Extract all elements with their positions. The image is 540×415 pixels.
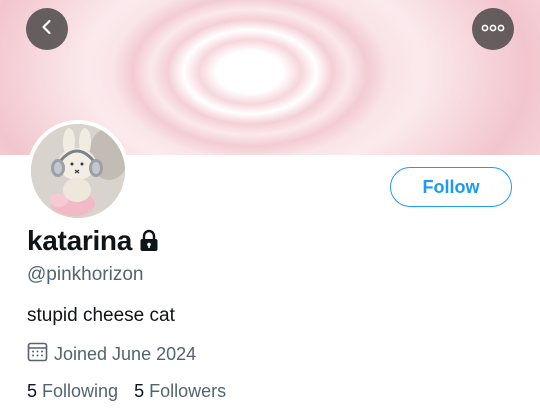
joined-date: Joined June 2024 <box>54 343 197 364</box>
back-button[interactable] <box>26 8 68 50</box>
avatar-image <box>31 124 125 218</box>
avatar[interactable] <box>27 120 129 222</box>
follow-stats: 5 Following 5 Followers <box>27 381 242 402</box>
lock-icon <box>138 229 160 253</box>
following-count: 5 <box>27 381 38 401</box>
follow-button[interactable]: Follow <box>390 167 512 207</box>
display-name: katarina <box>27 225 132 256</box>
more-options-icon <box>481 20 505 38</box>
profile-bio: stupid cheese cat <box>27 305 175 326</box>
followers-count: 5 <box>134 381 145 401</box>
profile-handle: @pinkhorizon <box>27 264 144 285</box>
following-link[interactable]: 5 Following <box>27 381 118 402</box>
more-options-button[interactable] <box>472 8 514 50</box>
profile-name-row: katarina <box>27 225 160 257</box>
following-label: Following <box>42 381 119 401</box>
followers-link[interactable]: 5 Followers <box>134 381 226 402</box>
calendar-icon <box>27 341 48 367</box>
back-arrow-icon <box>38 18 56 41</box>
followers-label: Followers <box>149 381 227 401</box>
joined-date-row: Joined June 2024 <box>27 341 196 367</box>
